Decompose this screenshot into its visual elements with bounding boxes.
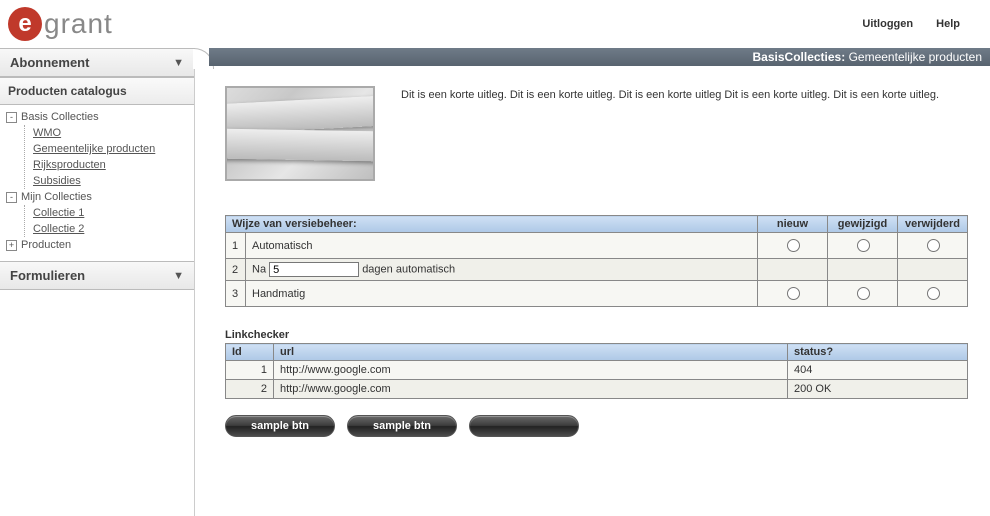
logout-link[interactable]: Uitloggen bbox=[862, 18, 913, 30]
cell-id: 1 bbox=[226, 361, 274, 380]
content-area: BasisCollecties: Gemeentelijke producten… bbox=[195, 48, 990, 516]
chevron-down-icon: ▼ bbox=[173, 57, 184, 69]
nav-tree: - Basis Collecties WMO Gemeentelijke pro… bbox=[0, 105, 194, 261]
titlebar-page: Gemeentelijke producten bbox=[849, 50, 982, 64]
col-nieuw: nieuw bbox=[758, 216, 828, 233]
accordion-formulieren[interactable]: Formulieren ▼ bbox=[0, 261, 194, 290]
tree-item-collectie1[interactable]: Collectie 1 bbox=[33, 205, 194, 221]
tree-title: Producten catalogus bbox=[0, 77, 194, 105]
table-row: 3 Handmatig bbox=[226, 281, 968, 307]
tree-item-subsidies[interactable]: Subsidies bbox=[33, 173, 194, 189]
chevron-down-icon: ▼ bbox=[173, 270, 184, 282]
radio-nieuw[interactable] bbox=[787, 287, 800, 300]
accordion-abonnement[interactable]: Abonnement ▼ bbox=[0, 49, 194, 77]
tree-node-producten[interactable]: + Producten bbox=[6, 237, 194, 253]
table-row: 1 Automatisch bbox=[226, 233, 968, 259]
radio-verwijderd[interactable] bbox=[927, 287, 940, 300]
radio-nieuw[interactable] bbox=[787, 239, 800, 252]
intro-image bbox=[225, 86, 375, 181]
logo-text: grant bbox=[44, 8, 113, 40]
table-row: 2 Na dagen automatisch bbox=[226, 259, 968, 281]
days-input[interactable] bbox=[269, 262, 359, 277]
tree-node-label: Producten bbox=[21, 239, 71, 251]
tree-item-rijksproducten[interactable]: Rijksproducten bbox=[33, 157, 194, 173]
sample-button-1[interactable]: sample btn bbox=[225, 415, 335, 437]
top-bar: e grant Uitloggen Help bbox=[0, 0, 990, 48]
tree-item-wmo[interactable]: WMO bbox=[33, 125, 194, 141]
intro-text: Dit is een korte uitleg. Dit is een kort… bbox=[401, 86, 968, 181]
empty-cell bbox=[898, 259, 968, 281]
radio-gewijzigd[interactable] bbox=[857, 239, 870, 252]
col-verwijderd: verwijderd bbox=[898, 216, 968, 233]
col-gewijzigd: gewijzigd bbox=[828, 216, 898, 233]
sample-button-3[interactable] bbox=[469, 415, 579, 437]
tree-node-mijn-collecties[interactable]: - Mijn Collecties bbox=[6, 189, 194, 205]
col-url: url bbox=[274, 344, 788, 361]
logo-mark: e bbox=[8, 7, 42, 41]
row-label: Handmatig bbox=[246, 281, 758, 307]
tree-node-label: Basis Collecties bbox=[21, 111, 99, 123]
top-nav: Uitloggen Help bbox=[842, 18, 990, 30]
row-number: 3 bbox=[226, 281, 246, 307]
page-titlebar: BasisCollecties: Gemeentelijke producten bbox=[209, 48, 990, 66]
col-status: status? bbox=[788, 344, 968, 361]
button-row: sample btn sample btn bbox=[225, 415, 968, 437]
col-id: Id bbox=[226, 344, 274, 361]
table-row: 2 http://www.google.com 200 OK bbox=[226, 380, 968, 399]
sidebar: Abonnement ▼ Producten catalogus - Basis… bbox=[0, 48, 195, 516]
logo: e grant bbox=[8, 7, 113, 41]
cell-url: http://www.google.com bbox=[274, 380, 788, 399]
empty-cell bbox=[758, 259, 828, 281]
cell-status: 404 bbox=[788, 361, 968, 380]
sample-button-2[interactable]: sample btn bbox=[347, 415, 457, 437]
help-link[interactable]: Help bbox=[936, 18, 960, 30]
empty-cell bbox=[828, 259, 898, 281]
cell-url: http://www.google.com bbox=[274, 361, 788, 380]
linkchecker-title: Linkchecker bbox=[225, 329, 968, 341]
version-table-header: Wijze van versiebeheer: bbox=[226, 216, 758, 233]
tree-node-basis-collecties[interactable]: - Basis Collecties bbox=[6, 109, 194, 125]
label-suffix: dagen automatisch bbox=[362, 264, 455, 276]
tree-node-label: Mijn Collecties bbox=[21, 191, 92, 203]
accordion-label: Formulieren bbox=[10, 268, 85, 283]
row-label: Automatisch bbox=[246, 233, 758, 259]
titlebar-section: BasisCollecties: bbox=[753, 50, 846, 64]
radio-verwijderd[interactable] bbox=[927, 239, 940, 252]
label-prefix: Na bbox=[252, 264, 266, 276]
table-row: 1 http://www.google.com 404 bbox=[226, 361, 968, 380]
row-number: 2 bbox=[226, 259, 246, 281]
tree-item-collectie2[interactable]: Collectie 2 bbox=[33, 221, 194, 237]
row-number: 1 bbox=[226, 233, 246, 259]
tree-toggle-icon[interactable]: - bbox=[6, 112, 17, 123]
tree-toggle-icon[interactable]: + bbox=[6, 240, 17, 251]
cell-id: 2 bbox=[226, 380, 274, 399]
cell-status: 200 OK bbox=[788, 380, 968, 399]
tree-item-gemeentelijke-producten[interactable]: Gemeentelijke producten bbox=[33, 141, 194, 157]
row-label: Na dagen automatisch bbox=[246, 259, 758, 281]
linkchecker-table: Id url status? 1 http://www.google.com 4… bbox=[225, 343, 968, 399]
tree-toggle-icon[interactable]: - bbox=[6, 192, 17, 203]
version-table: Wijze van versiebeheer: nieuw gewijzigd … bbox=[225, 215, 968, 307]
radio-gewijzigd[interactable] bbox=[857, 287, 870, 300]
accordion-label: Abonnement bbox=[10, 55, 89, 70]
